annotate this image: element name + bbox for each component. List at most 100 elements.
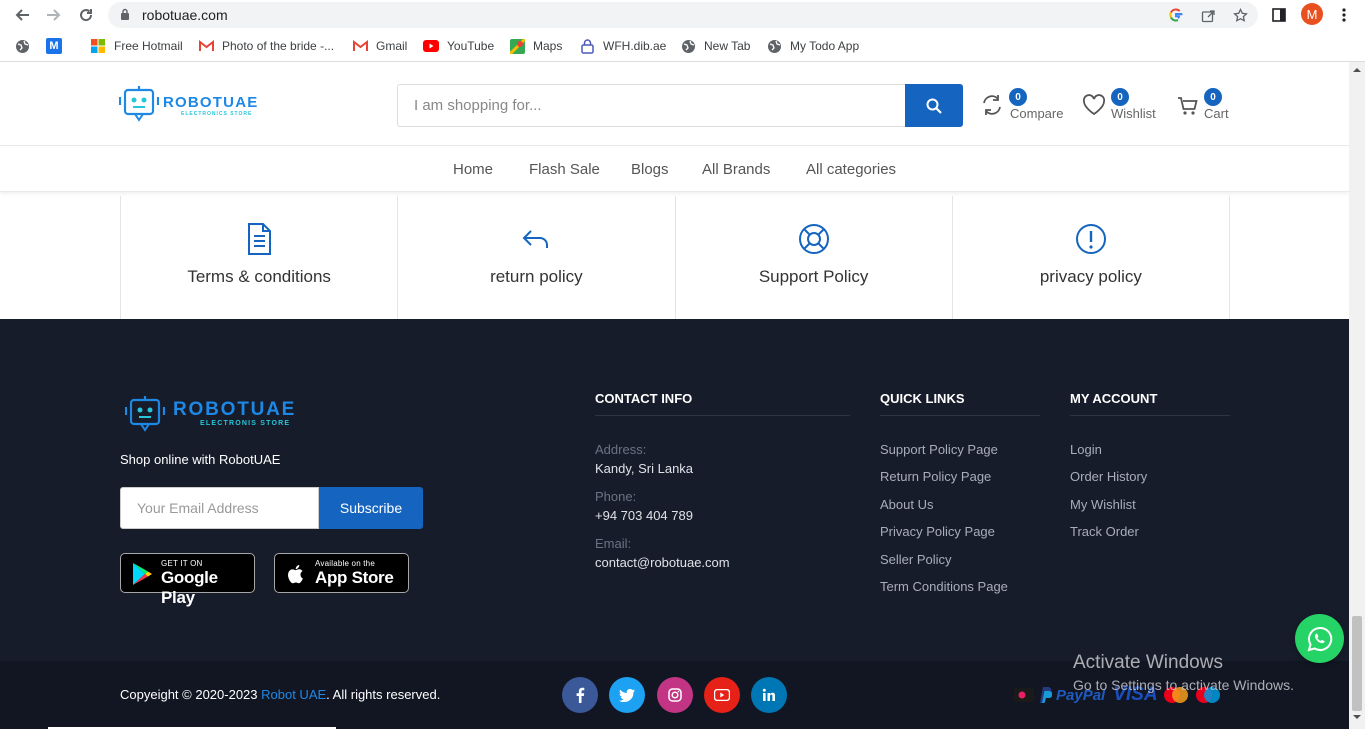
bookmark-label: Photo of the bride -... [222,39,335,53]
bookmark-gmail[interactable]: Gmail [352,37,407,55]
search-button[interactable] [905,84,963,127]
whatsapp-icon [1307,626,1332,651]
wishlist-link[interactable]: 0 Wishlist [1082,88,1162,124]
scroll-thumb[interactable] [1352,616,1362,711]
address-value: Kandy, Sri Lanka [595,461,694,476]
google-icon[interactable] [1167,6,1185,24]
copyright-brand-link[interactable]: Robot UAE [261,687,326,702]
maps-icon [509,38,525,54]
nav-flash-sale[interactable]: Flash Sale [529,161,600,178]
link-return-policy[interactable]: Return Policy Page [880,469,991,484]
app-store-button[interactable]: Available on the App Store [274,553,409,593]
bookmark-m[interactable]: M [46,37,70,55]
policy-label: privacy policy [1039,267,1142,286]
link-my-wishlist[interactable]: My Wishlist [1070,497,1136,512]
app-store-big: App Store [315,568,394,587]
bookmark-wfh[interactable]: WFH.dib.ae [579,37,666,55]
linkedin-button[interactable] [751,677,787,713]
link-seller-policy[interactable]: Seller Policy [880,552,952,567]
divider [1070,415,1230,416]
profile-avatar[interactable]: M [1301,3,1323,25]
link-track-order[interactable]: Track Order [1070,524,1139,539]
footer-logo[interactable]: ROBOTUAE ELECTRONIS STORE [124,394,330,436]
youtube-button[interactable] [704,677,740,713]
contact-info-title: CONTACT INFO [595,391,693,406]
link-order-history[interactable]: Order History [1070,469,1147,484]
star-icon[interactable] [1231,6,1249,24]
gmail-icon [198,38,214,54]
bookmark-label: WFH.dib.ae [603,39,667,53]
youtube-icon [714,689,730,701]
share-icon[interactable] [1199,6,1217,24]
side-panel-icon[interactable] [1268,4,1290,26]
bookmark-todo-app[interactable]: My Todo App [766,37,859,55]
url-text: robotuae.com [142,7,228,23]
email-value[interactable]: contact@robotuae.com [595,555,730,570]
google-play-button[interactable]: GET IT ON Google Play [120,553,255,607]
microsoft-icon [90,38,106,54]
nav-all-brands[interactable]: All Brands [702,161,770,178]
instagram-button[interactable] [657,677,693,713]
robot-icon [118,86,160,122]
facebook-icon [576,687,585,703]
back-icon[interactable] [11,4,33,26]
address-bar[interactable]: robotuae.com [108,2,1258,28]
app-store-small: Available on the [315,559,375,568]
watermark-line2: Go to Settings to activate Windows. [1073,677,1294,693]
facebook-button[interactable] [562,677,598,713]
logo-subtitle: ELECTRONICS STORE [181,111,253,117]
gmail-icon [352,38,368,54]
nav-blogs[interactable]: Blogs [631,161,669,178]
bookmark-globe[interactable] [14,37,38,55]
link-term-conditions[interactable]: Term Conditions Page [880,579,1008,594]
newsletter-email-input[interactable] [120,487,319,529]
policy-terms[interactable]: Terms & conditions [120,196,397,319]
link-about-us[interactable]: About Us [880,497,933,512]
bookmark-label: Free Hotmail [114,39,183,53]
compare-icon [983,95,1001,115]
policy-return[interactable]: return policy [397,196,674,319]
bookmark-maps[interactable]: Maps [509,37,562,55]
bookmark-youtube[interactable]: YouTube [423,37,494,55]
bookmark-free-hotmail[interactable]: Free Hotmail [90,37,183,55]
forward-icon[interactable] [43,4,65,26]
site-logo[interactable]: ROBOTUAE ELECTRONICS STORE [118,84,279,126]
link-login[interactable]: Login [1070,442,1102,457]
link-support-policy[interactable]: Support Policy Page [880,442,998,457]
apple-icon [288,565,303,584]
compare-link[interactable]: 0 Compare [981,88,1071,124]
link-privacy-policy[interactable]: Privacy Policy Page [880,524,995,539]
watermark-line1: Activate Windows [1073,652,1223,673]
bookmark-photo-bride[interactable]: Photo of the bride -... [198,37,334,55]
policy-label: Terms & conditions [187,267,331,286]
menu-dots-icon[interactable] [1333,4,1355,26]
divider [595,415,850,416]
search-input[interactable] [398,85,905,126]
site-header: ROBOTUAE ELECTRONICS STORE 0 Compare 0 W… [0,62,1349,146]
policy-support[interactable]: Support Policy [674,196,952,319]
globe-icon [14,38,30,54]
policy-privacy[interactable]: privacy policy [951,196,1230,319]
whatsapp-chat-button[interactable] [1295,614,1344,663]
page-scrollbar[interactable] [1349,62,1365,729]
twitter-button[interactable] [609,677,645,713]
phone-label: Phone: [595,489,637,504]
nav-home[interactable]: Home [453,161,493,178]
m-app-icon: M [46,38,62,54]
cart-link[interactable]: 0 Cart [1177,88,1237,124]
youtube-icon [423,38,439,54]
card-logo-icon [1014,688,1034,702]
scroll-up-icon[interactable] [1349,64,1365,76]
google-play-icon [133,563,152,585]
return-arrow-icon [522,230,549,248]
bookmark-new-tab[interactable]: New Tab [680,37,750,55]
scroll-down-icon[interactable] [1349,711,1365,723]
subscribe-button[interactable]: Subscribe [319,487,423,529]
nav-all-categories[interactable]: All categories [806,161,896,178]
copyright-text: Copyeight © 2020-2023 Robot UAE. All rig… [120,687,440,702]
footer-logo-wordmark: ROBOTUAE [173,399,297,420]
policy-links: Terms & conditions return policy Support… [120,196,1230,319]
quick-links-title: QUICK LINKS [880,391,965,406]
reload-icon[interactable] [75,4,97,26]
compare-count-badge: 0 [1009,88,1027,106]
